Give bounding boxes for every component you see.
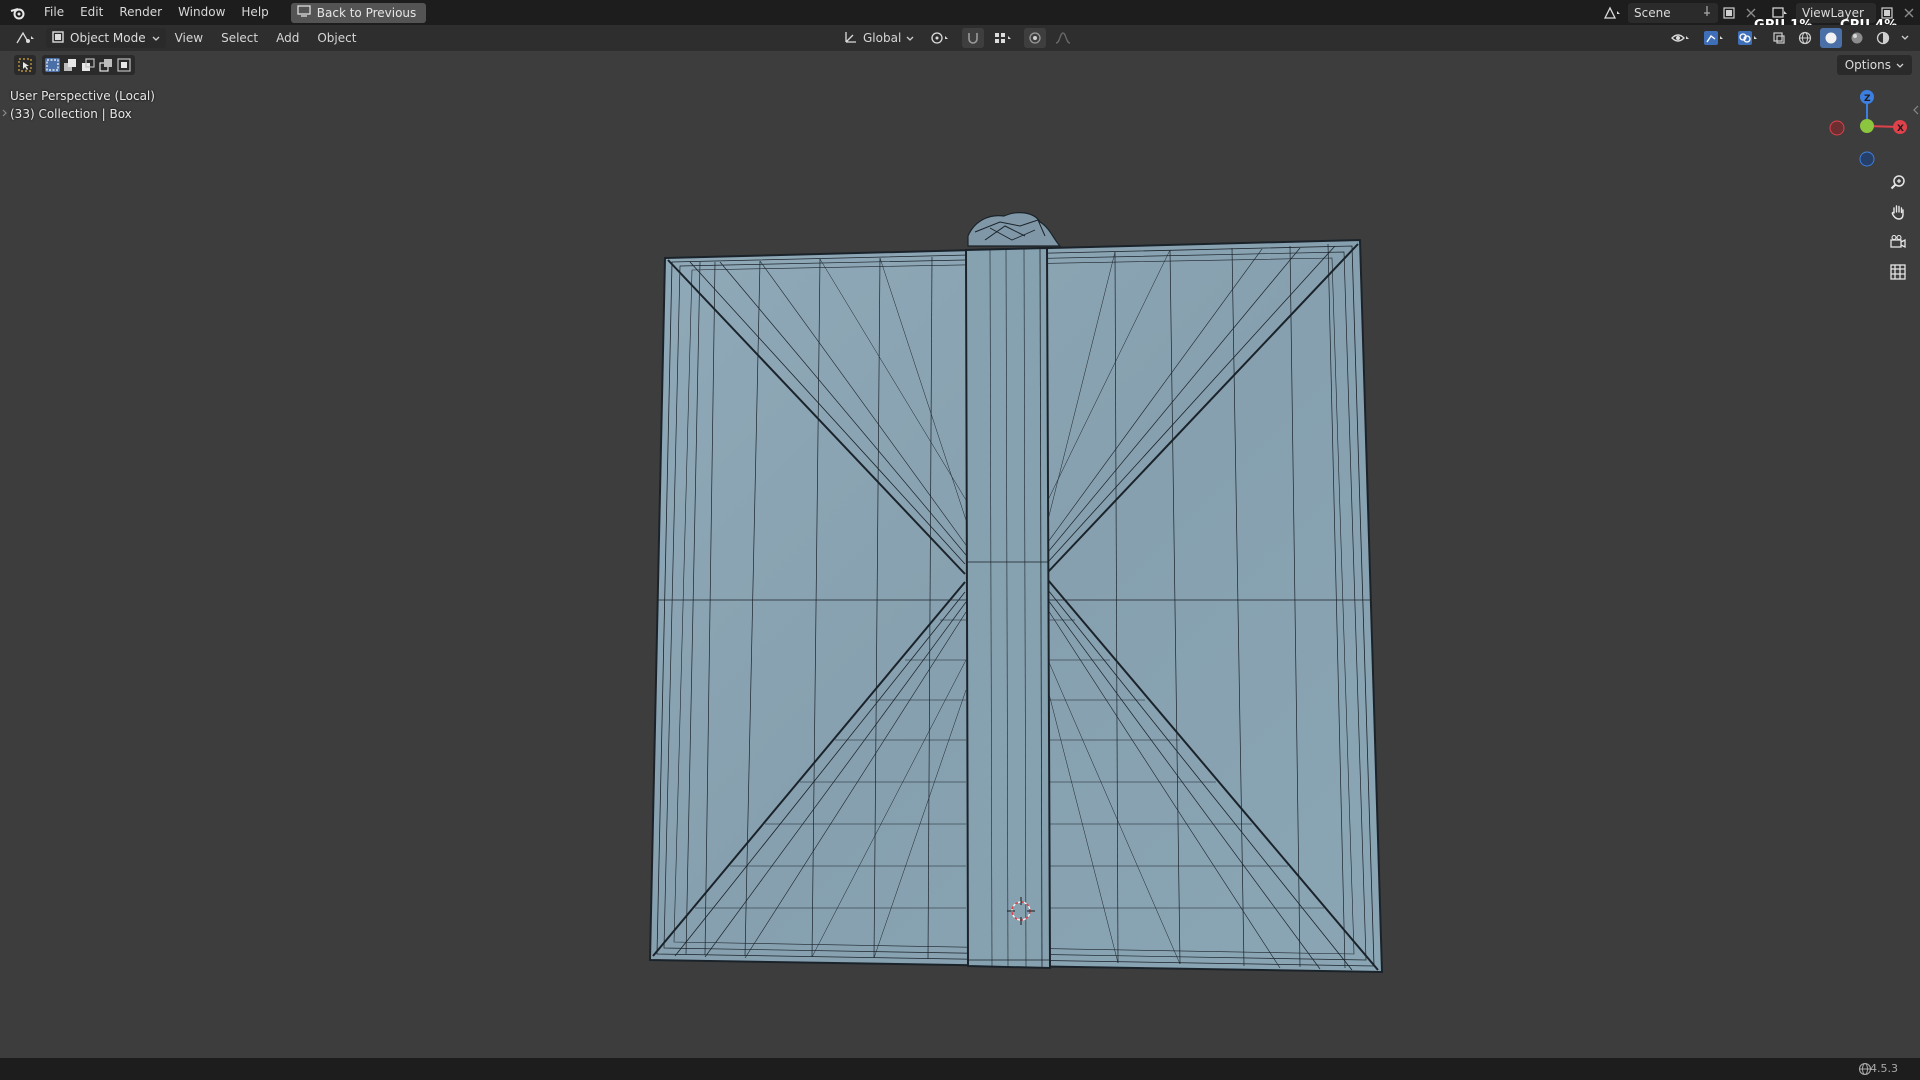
select-extend-icon[interactable] <box>63 58 78 72</box>
visibility-eye-icon[interactable] <box>1668 28 1696 48</box>
select-invert-icon[interactable] <box>99 58 114 72</box>
svg-text:X: X <box>1897 124 1904 134</box>
options-dropdown[interactable]: Options <box>1836 55 1912 75</box>
ribbon-band <box>964 246 1052 970</box>
navigation-gizmo[interactable]: Z X <box>1820 82 1920 172</box>
select-new-icon[interactable] <box>45 58 60 72</box>
svg-text:Z: Z <box>1864 94 1871 104</box>
menu-render[interactable]: Render <box>111 0 170 25</box>
expand-arrow-icon[interactable] <box>2 106 8 117</box>
scene-selector-icon[interactable] <box>1598 3 1628 23</box>
blender-version: 4.5.3 <box>1870 1062 1898 1075</box>
chevron-down-icon <box>906 31 914 45</box>
chevron-down-icon <box>152 31 160 45</box>
falloff-curve-icon[interactable] <box>1052 28 1080 48</box>
remove-view-layer-icon[interactable] <box>1898 3 1920 23</box>
chevron-down-icon <box>1896 58 1904 72</box>
editor-type-icon[interactable] <box>12 28 40 48</box>
menu-help[interactable]: Help <box>233 0 276 25</box>
viewport-info: User Perspective (Local) (33) Collection… <box>10 87 155 123</box>
camera-view-icon[interactable] <box>1884 228 1912 256</box>
transform-orientation-label: Global <box>863 31 902 45</box>
orientation-axes-icon <box>844 30 858 47</box>
transform-orientation-dropdown[interactable]: Global <box>838 28 920 48</box>
new-scene-icon[interactable] <box>1718 3 1740 23</box>
active-tool-select-icon[interactable] <box>14 55 36 75</box>
menu-window[interactable]: Window <box>170 0 233 25</box>
3d-cursor-icon <box>1007 897 1035 925</box>
overlays-toggle-icon[interactable] <box>1734 28 1764 48</box>
options-label: Options <box>1844 58 1891 72</box>
selection-mode-group <box>42 55 135 75</box>
pivot-point-icon[interactable] <box>926 28 956 48</box>
transform-tools: Global <box>838 28 1080 48</box>
viewport-display-tools <box>1668 28 1912 48</box>
object-mode-icon <box>52 30 64 46</box>
wireframe-shading-icon[interactable] <box>1794 28 1816 48</box>
perspective-ortho-toggle-icon[interactable] <box>1884 258 1912 286</box>
pan-hand-icon[interactable] <box>1884 198 1912 226</box>
gizmo-toggle-icon[interactable] <box>1700 28 1730 48</box>
sidebar-toggle-icon[interactable] <box>1912 104 1920 118</box>
back-to-previous-label: Back to Previous <box>316 5 417 20</box>
solid-shading-icon[interactable] <box>1820 28 1842 48</box>
select-intersect-icon[interactable] <box>117 58 132 72</box>
header-menu-object[interactable]: Object <box>308 31 365 45</box>
material-preview-icon[interactable] <box>1846 28 1868 48</box>
xray-toggle-icon[interactable] <box>1768 28 1790 48</box>
object-mode-label: Object Mode <box>70 31 146 45</box>
snap-target-icon[interactable] <box>990 28 1018 48</box>
header-menu-add[interactable]: Add <box>267 31 308 45</box>
scene-name: Scene <box>1634 5 1671 20</box>
ribbon-bow <box>967 212 1062 247</box>
pin-icon[interactable] <box>1702 5 1712 20</box>
proportional-editing-icon[interactable] <box>1024 28 1047 48</box>
box-mesh-object[interactable] <box>640 200 1400 980</box>
status-bar: 4.5.3 <box>0 1058 1920 1080</box>
back-to-previous-button[interactable]: Back to Previous <box>290 2 427 23</box>
header-menu-view[interactable]: View <box>166 31 212 45</box>
top-menu-bar: File Edit Render Window Help Back to Pre… <box>0 0 1920 25</box>
tool-header-row <box>14 55 135 75</box>
header-menu-select[interactable]: Select <box>212 31 267 45</box>
scene-field[interactable]: Scene <box>1628 2 1718 23</box>
snap-toggle-icon[interactable] <box>962 28 985 48</box>
viewport-header: Object Mode View Select Add Object Globa… <box>0 25 1920 51</box>
rendered-shading-icon[interactable] <box>1872 28 1894 48</box>
shading-options-chevron-icon[interactable] <box>1898 28 1912 48</box>
object-mode-dropdown[interactable]: Object Mode <box>46 28 166 48</box>
select-subtract-icon[interactable] <box>81 58 96 72</box>
blender-logo-icon[interactable] <box>0 0 36 25</box>
screen-icon <box>297 5 311 20</box>
menu-file[interactable]: File <box>36 0 72 25</box>
menu-edit[interactable]: Edit <box>72 0 111 25</box>
active-collection-label: (33) Collection | Box <box>10 107 132 121</box>
zoom-icon[interactable] <box>1884 168 1912 196</box>
view-perspective-label: User Perspective (Local) <box>10 89 155 103</box>
